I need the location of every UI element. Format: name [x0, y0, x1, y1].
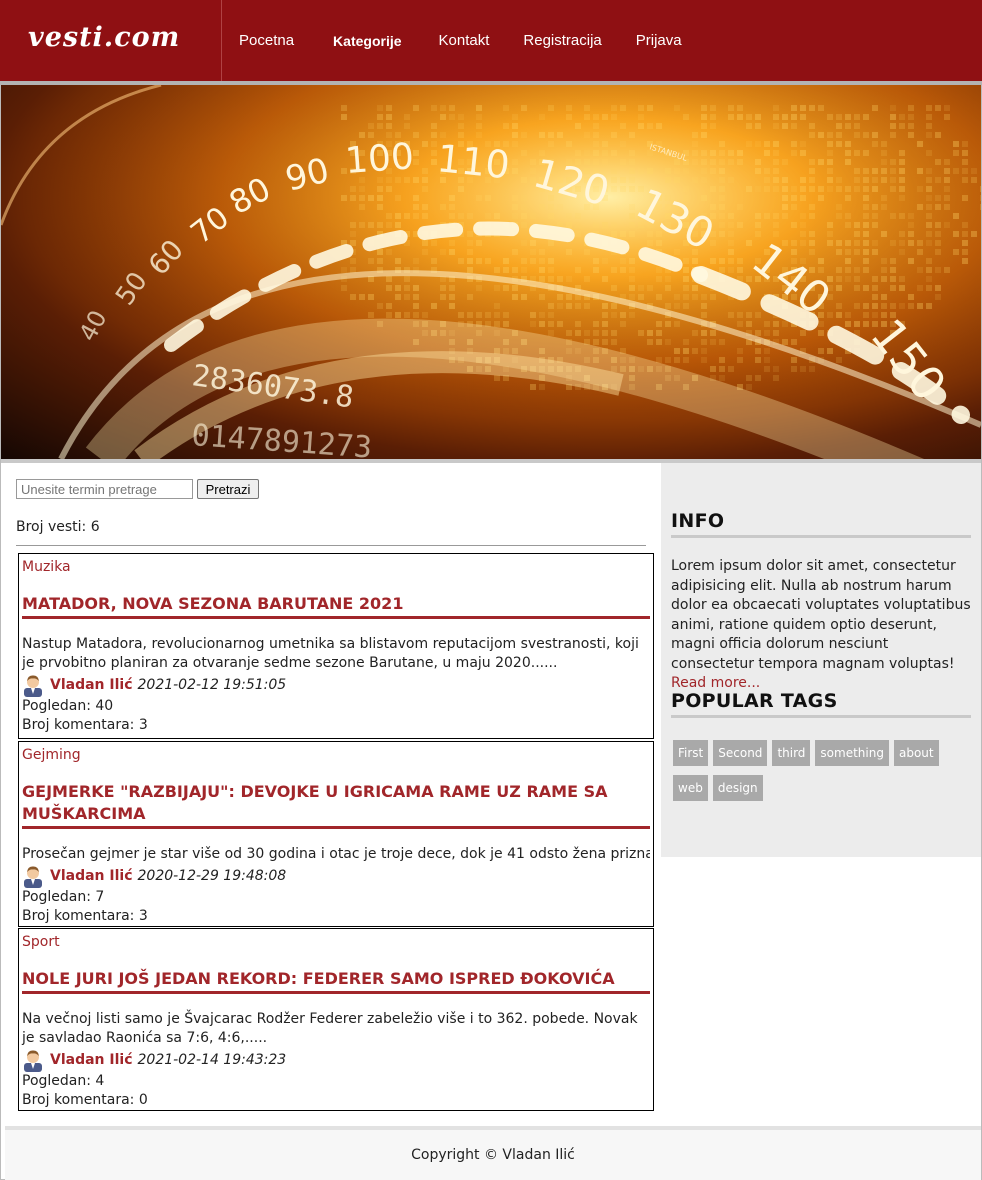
news-meta: Vladan Ilić 2020-12-29 19:48:08 — [22, 864, 650, 888]
info-body: Lorem ipsum dolor sit amet, consectetur … — [671, 558, 971, 672]
tag-something[interactable]: something — [815, 740, 889, 766]
news-title-link[interactable]: GEJMERKE "RAZBIJAJU": DEVOJKE U IGRICAMA… — [22, 781, 650, 829]
site-header: vesti.com Pocetna Kategorije Kontakt Reg… — [0, 0, 982, 81]
news-meta: Vladan Ilić 2021-02-14 19:43:23 — [22, 1048, 650, 1072]
tag-web[interactable]: web — [673, 775, 708, 801]
tag-second[interactable]: Second — [713, 740, 768, 766]
nav-item-prijava[interactable]: Prijava — [619, 32, 699, 49]
news-category-link[interactable]: Muzika — [22, 557, 650, 577]
news-card: Sport NOLE JURI JOŠ JEDAN REKORD: FEDERE… — [18, 928, 654, 1111]
news-comments: Broj komentara: 0 — [22, 1092, 148, 1108]
tag-about[interactable]: about — [893, 740, 939, 766]
tag-design[interactable]: design — [712, 775, 763, 801]
news-date: 2021-02-12 19:51:05 — [137, 677, 287, 693]
tag-first[interactable]: First — [673, 740, 709, 766]
count-divider — [16, 545, 646, 546]
site-logo[interactable]: vesti.com — [28, 22, 180, 53]
news-card: Muzika MATADOR, NOVA SEZONA BARUTANE 202… — [18, 553, 654, 739]
tags-heading-underline — [671, 715, 971, 718]
news-list: Muzika MATADOR, NOVA SEZONA BARUTANE 202… — [18, 553, 654, 1111]
news-card: Gejming GEJMERKE "RAZBIJAJU": DEVOJKE U … — [18, 741, 654, 927]
info-heading-underline — [671, 535, 971, 538]
copyright-text: Copyright © Vladan Ilić — [411, 1147, 575, 1163]
news-title-link[interactable]: NOLE JURI JOŠ JEDAN REKORD: FEDERER SAMO… — [22, 968, 650, 994]
info-heading: INFO — [671, 510, 725, 532]
news-views: Pogledan: 40 — [22, 698, 114, 714]
sidebar: INFO Lorem ipsum dolor sit amet, consect… — [661, 463, 981, 857]
nav-item-kategorije[interactable]: Kategorije — [311, 33, 421, 49]
news-excerpt: Prosečan gejmer je star više od 30 godin… — [22, 846, 650, 862]
read-more-link[interactable]: Read more... — [671, 675, 760, 691]
news-views: Pogledan: 4 — [22, 1073, 105, 1089]
news-author-link[interactable]: Vladan Ilić — [50, 677, 133, 693]
nav-item-registracija[interactable]: Registracija — [506, 32, 618, 49]
news-excerpt: Nastup Matadora, revolucionarnog umetnik… — [22, 636, 639, 671]
news-author-link[interactable]: Vladan Ilić — [50, 868, 133, 884]
tag-third[interactable]: third — [772, 740, 811, 766]
main-nav: Pocetna Kategorije Kontakt Registracija … — [222, 0, 699, 81]
hero-banner-image: 40 50 60 70 80 90 100 110 120 130 140 15… — [1, 85, 981, 459]
news-date: 2021-02-14 19:43:23 — [137, 1052, 287, 1068]
news-count: Broj vesti: 6 — [16, 519, 100, 535]
news-comments: Broj komentara: 3 — [22, 908, 148, 924]
info-text: Lorem ipsum dolor sit amet, consectetur … — [671, 557, 975, 694]
news-views: Pogledan: 7 — [22, 889, 105, 905]
news-excerpt: Na večnoj listi samo je Švajcarac Rodžer… — [22, 1011, 638, 1046]
popular-tags-heading: POPULAR TAGS — [671, 690, 838, 712]
nav-item-pocetna[interactable]: Pocetna — [222, 32, 311, 49]
news-comments: Broj komentara: 3 — [22, 717, 148, 733]
author-avatar-icon — [24, 866, 42, 888]
author-avatar-icon — [24, 675, 42, 697]
speedometer-illustration: 40 50 60 70 80 90 100 110 120 130 140 15… — [1, 85, 981, 459]
news-category-link[interactable]: Gejming — [22, 745, 650, 765]
news-title-link[interactable]: MATADOR, NOVA SEZONA BARUTANE 2021 — [22, 593, 650, 619]
news-meta: Vladan Ilić 2021-02-12 19:51:05 — [22, 673, 650, 697]
news-category-link[interactable]: Sport — [22, 932, 650, 952]
nav-item-kontakt[interactable]: Kontakt — [422, 32, 507, 49]
news-author-link[interactable]: Vladan Ilić — [50, 1052, 133, 1068]
news-date: 2020-12-29 19:48:08 — [137, 868, 287, 884]
gauge-number: 100 — [344, 136, 415, 182]
author-avatar-icon — [24, 1050, 42, 1072]
search-button[interactable]: Pretrazi — [197, 479, 259, 499]
gauge-number: 110 — [435, 136, 512, 187]
tag-cloud: First Second third something about web d… — [673, 740, 973, 810]
site-footer: Copyright © Vladan Ilić — [5, 1126, 981, 1180]
search-input[interactable] — [16, 479, 193, 499]
